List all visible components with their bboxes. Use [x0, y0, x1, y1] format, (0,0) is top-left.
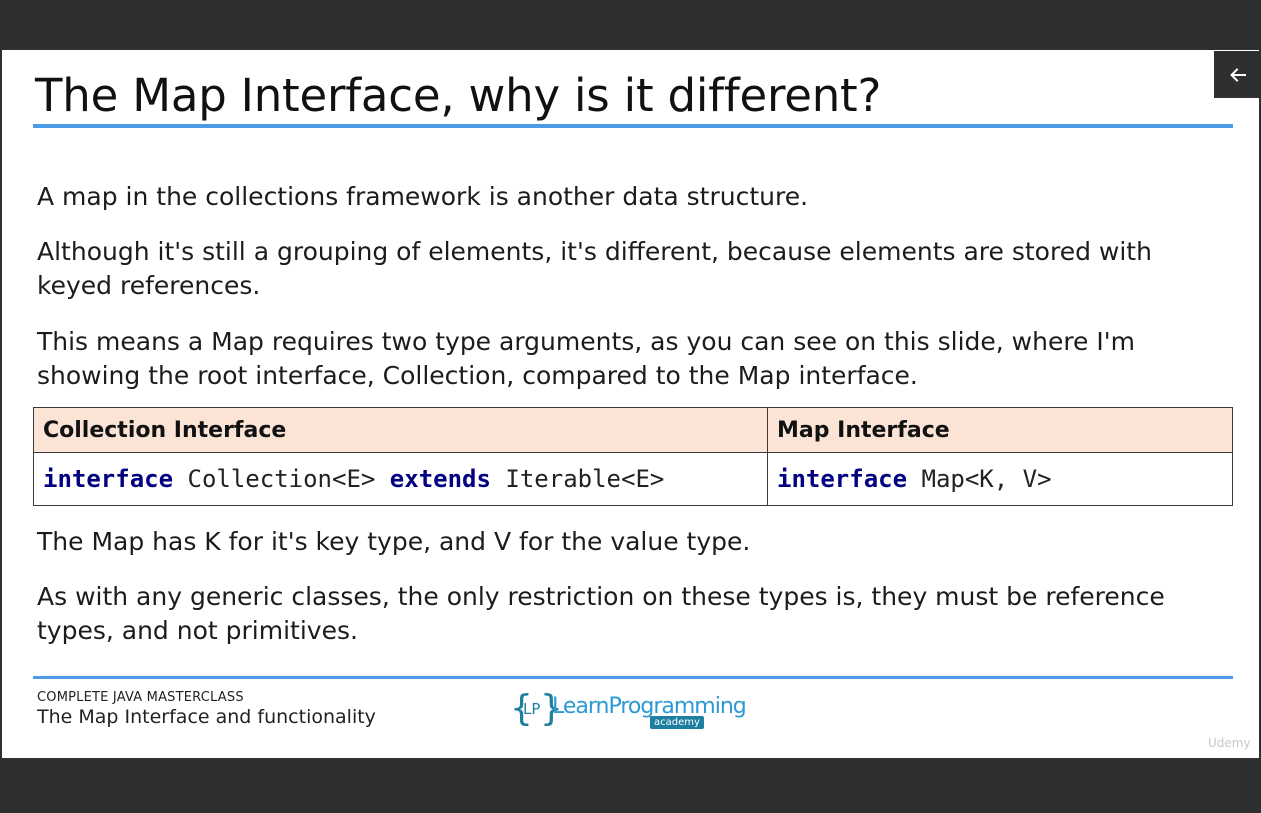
- lecture-name: The Map Interface and functionality: [37, 706, 376, 728]
- table-row: interface Collection<E> extends Iterable…: [33, 452, 1233, 506]
- code-keyword: extends: [389, 465, 491, 493]
- paragraph-5: As with any generic classes, the only re…: [37, 582, 1165, 645]
- arrow-left-icon: [1229, 67, 1246, 82]
- learnprogramming-logo: { LP } LearnProgramming academy: [510, 688, 747, 734]
- back-button[interactable]: [1214, 51, 1261, 98]
- paragraph-2: Although it's still a grouping of elemen…: [37, 237, 1152, 300]
- table-header-row: Collection Interface Map Interface: [33, 407, 1233, 453]
- map-code: interface Map<K, V>: [767, 452, 1233, 506]
- footer-divider: [33, 676, 1233, 679]
- paragraph-3: This means a Map requires two type argum…: [37, 327, 1135, 390]
- code-text: Collection<E>: [173, 465, 390, 493]
- logo-academy: academy: [650, 716, 704, 729]
- code-text: Map<K, V>: [907, 465, 1052, 493]
- code-text: Iterable<E>: [490, 465, 665, 493]
- logo-lp: LP: [523, 700, 541, 718]
- course-name: COMPLETE JAVA MASTERCLASS: [37, 690, 244, 705]
- code-keyword: interface: [43, 465, 174, 493]
- code-keyword: interface: [777, 465, 908, 493]
- slide: [2, 50, 1259, 758]
- paragraph-1: A map in the collections framework is an…: [37, 182, 809, 211]
- logo-text: LearnProgramming: [552, 694, 747, 719]
- header-map-interface: Map Interface: [767, 407, 1233, 453]
- slide-title: The Map Interface, why is it different?: [35, 69, 882, 122]
- comparison-table: Collection Interface Map Interface inter…: [33, 407, 1233, 506]
- collection-code: interface Collection<E> extends Iterable…: [33, 452, 768, 506]
- title-divider: [33, 124, 1233, 128]
- paragraph-4: The Map has K for it's key type, and V f…: [37, 527, 751, 556]
- udemy-watermark: Udemy: [1208, 736, 1251, 750]
- header-collection-interface: Collection Interface: [33, 407, 768, 453]
